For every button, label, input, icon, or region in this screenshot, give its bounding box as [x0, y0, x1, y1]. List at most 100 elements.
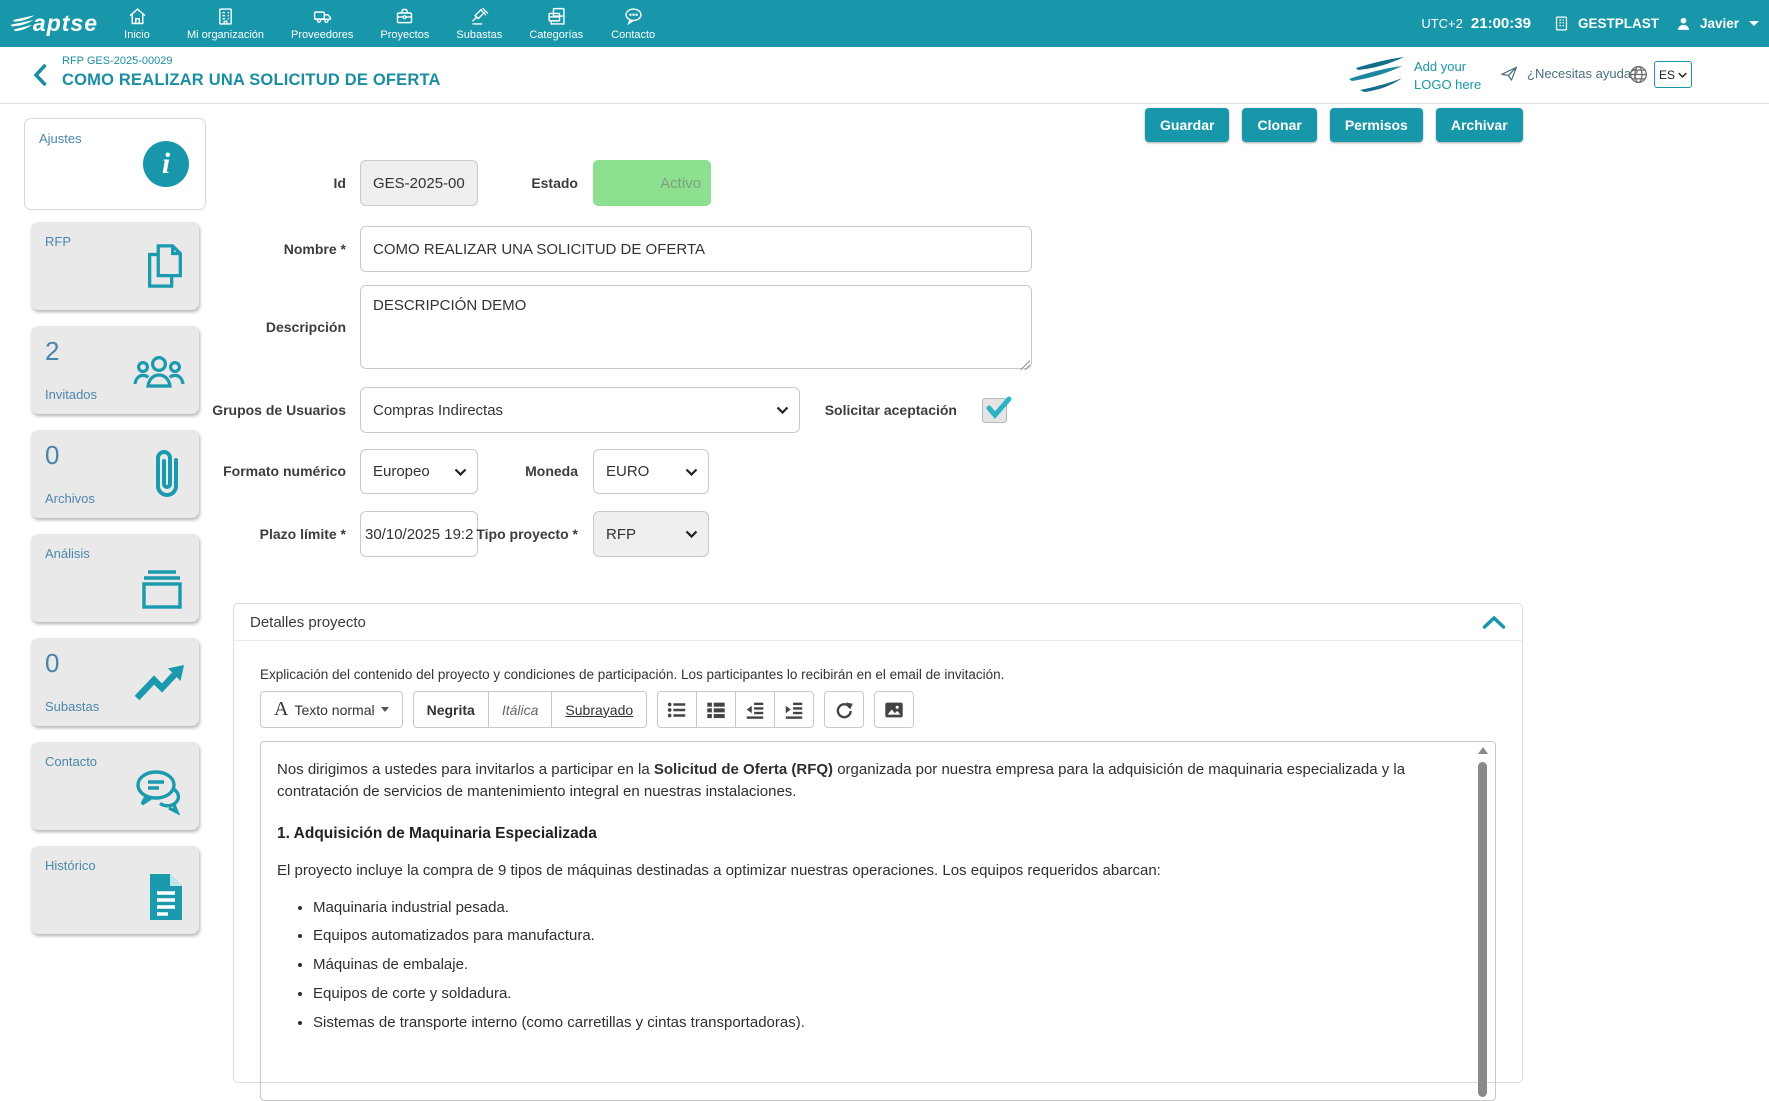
bold-button[interactable]: Negrita: [413, 691, 489, 728]
editor-heading: 1. Adquisición de Maquinaria Especializa…: [277, 823, 1461, 845]
formato-label: Formato numérico: [180, 449, 346, 494]
suppliers-truck-icon: [312, 6, 333, 27]
collapse-button[interactable]: [1482, 615, 1506, 630]
add-logo-placeholder[interactable]: Add your LOGO here: [1414, 58, 1481, 93]
sidebar-item-archivos[interactable]: 0 Archivos: [31, 430, 199, 518]
block-list-button[interactable]: [696, 691, 736, 728]
nav-label: Proveedores: [291, 29, 353, 41]
id-label: Id: [200, 160, 346, 206]
paper-plane-icon: [1500, 65, 1519, 82]
logo-swoosh-large-icon: [1348, 56, 1406, 96]
tipo-label: Tipo proyecto *: [450, 511, 578, 557]
chevron-down-icon: [685, 468, 698, 476]
organization-icon: [215, 6, 236, 27]
nav-label: Categorías: [529, 29, 583, 41]
rich-text-editor[interactable]: Nos dirigimos a ustedes para invitarlos …: [260, 741, 1496, 1101]
nombre-label: Nombre *: [240, 226, 346, 272]
save-button[interactable]: Guardar: [1145, 108, 1229, 142]
nav-item-categorias[interactable]: Categorías: [529, 6, 583, 41]
document-lines-icon: [143, 871, 187, 923]
permissions-button[interactable]: Permisos: [1330, 108, 1423, 142]
nav-item-subastas[interactable]: Subastas: [456, 6, 502, 41]
sidebar-item-contacto[interactable]: Contacto: [31, 742, 199, 830]
moneda-label: Moneda: [470, 449, 578, 494]
topbar-right-cluster: UTC+2 21:00:39 GESTPLAST Javier: [1421, 14, 1759, 33]
checkmark-icon: [985, 395, 1011, 421]
sidebar-item-subastas[interactable]: 0 Subastas: [31, 638, 199, 726]
sidebar-item-ajustes[interactable]: Ajustes i: [24, 118, 206, 210]
scroll-up-arrow-icon[interactable]: [1478, 747, 1488, 754]
user-menu[interactable]: Javier: [1700, 16, 1739, 31]
detalles-proyecto-panel: Detalles proyecto Explicación del conten…: [233, 603, 1523, 1083]
editor-content[interactable]: Nos dirigimos a ustedes para invitarlos …: [277, 759, 1461, 1033]
outdent-button[interactable]: [735, 691, 775, 728]
nombre-field[interactable]: [360, 226, 1032, 272]
language-select[interactable]: ES: [1654, 61, 1692, 88]
app-logo[interactable]: aptse: [10, 10, 98, 38]
sidebar-item-historico[interactable]: Histórico: [31, 846, 199, 934]
indent-button[interactable]: [774, 691, 814, 728]
underline-button[interactable]: Subrayado: [551, 691, 647, 728]
descripcion-label: Descripción: [240, 285, 346, 369]
nav-item-proyectos[interactable]: Proyectos: [380, 6, 429, 41]
chevron-down-icon: [454, 468, 467, 476]
timezone-label: UTC+2: [1421, 16, 1463, 31]
bullet-list-button[interactable]: [657, 691, 697, 728]
descripcion-field[interactable]: DESCRIPCIÓN DEMO: [360, 285, 1032, 369]
style-label: Texto normal: [294, 702, 374, 718]
editor-scrollbar[interactable]: [1477, 747, 1488, 1100]
nav-item-mi-organizacion[interactable]: Mi organización: [187, 6, 264, 41]
archive-button[interactable]: Archivar: [1436, 108, 1523, 142]
nav-item-proveedores[interactable]: Proveedores: [291, 6, 353, 41]
language-value: ES: [1659, 68, 1675, 82]
add-logo-line1: Add your: [1414, 58, 1481, 76]
chevron-up-icon: [1482, 615, 1506, 630]
main-nav: Inicio Mi organización Proveedores: [114, 6, 656, 41]
chevron-down-icon: [381, 707, 389, 712]
nav-item-inicio[interactable]: Inicio: [114, 6, 160, 41]
id-field[interactable]: [360, 160, 478, 206]
brand-name: aptse: [33, 10, 98, 37]
sidebar-item-invitados[interactable]: 2 Invitados: [31, 326, 199, 414]
sidebar-item-label: Subastas: [45, 699, 99, 714]
clone-button[interactable]: Clonar: [1242, 108, 1316, 142]
projects-briefcase-icon: [394, 6, 415, 27]
sidebar-item-analisis[interactable]: Análisis: [31, 534, 199, 622]
text-style-dropdown[interactable]: A Texto normal: [260, 691, 403, 728]
status-badge: Activo: [593, 160, 711, 206]
solicitar-checkbox[interactable]: [982, 398, 1007, 423]
plazo-label: Plazo límite *: [240, 511, 346, 557]
moneda-select[interactable]: EURO: [593, 449, 709, 494]
nav-item-contacto[interactable]: Contacto: [610, 6, 656, 41]
insert-image-button[interactable]: [874, 691, 914, 728]
nav-label: Mi organización: [187, 29, 264, 41]
list-item: Maquinaria industrial pesada.: [313, 897, 1461, 919]
chat-bubbles-icon: [131, 766, 187, 816]
help-link[interactable]: ¿Necesitas ayuda?: [1500, 65, 1638, 82]
list-item: Equipos automatizados para manufactura.: [313, 925, 1461, 947]
scrollbar-thumb[interactable]: [1478, 762, 1487, 1097]
document-copy-icon: [141, 241, 187, 291]
editor-bullet-list: Maquinaria industrial pesada. Equipos au…: [299, 897, 1461, 1034]
redo-icon: [833, 699, 855, 721]
company-name[interactable]: GESTPLAST: [1578, 16, 1659, 31]
tipo-value: RFP: [606, 526, 636, 543]
redo-button[interactable]: [824, 691, 864, 728]
formato-select[interactable]: Europeo: [360, 449, 478, 494]
sidebar-item-rfp[interactable]: RFP: [31, 222, 199, 310]
back-button[interactable]: [32, 63, 48, 92]
project-sidebar: Ajustes i RFP 2 Invitados 0 Archivos Aná…: [24, 118, 210, 950]
textarea-resize-grip[interactable]: [1018, 358, 1030, 370]
add-logo-line2: LOGO here: [1414, 76, 1481, 94]
outdent-icon: [744, 699, 766, 721]
sidebar-item-label: Análisis: [45, 546, 185, 561]
list-item: Máquinas de embalaje.: [313, 954, 1461, 976]
clock: 21:00:39: [1471, 15, 1531, 32]
page-header: RFP GES-2025-00029 COMO REALIZAR UNA SOL…: [0, 47, 1769, 104]
tipo-select[interactable]: RFP: [593, 511, 709, 557]
editor-bold-text: Solicitud de Oferta (RFQ): [654, 761, 833, 778]
italic-button[interactable]: Itálica: [488, 691, 553, 728]
grupos-select[interactable]: Compras Indirectas: [360, 387, 800, 433]
panel-body: Explicación del contenido del proyecto y…: [234, 641, 1522, 1101]
user-menu-caret-icon[interactable]: [1749, 21, 1759, 26]
